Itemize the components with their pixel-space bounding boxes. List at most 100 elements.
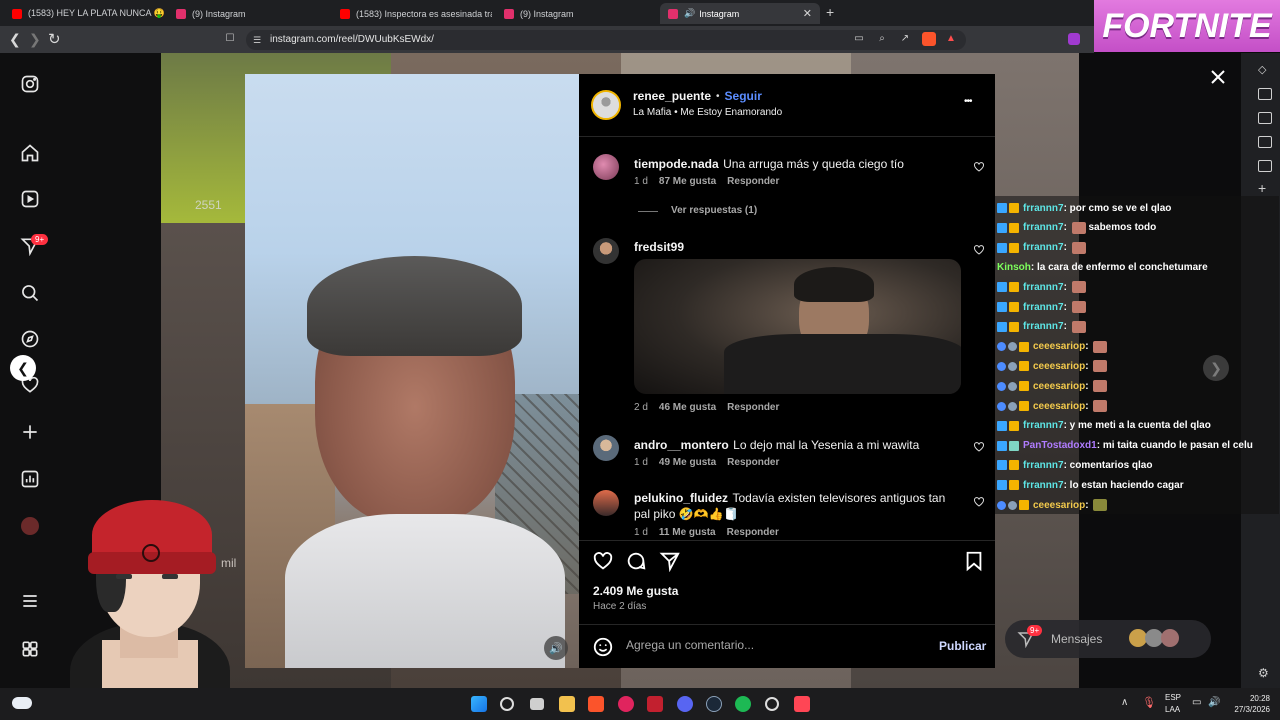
reels-icon[interactable] [19, 188, 41, 210]
clock-date[interactable]: 27/3/2026 [1224, 705, 1270, 714]
share-send-icon[interactable] [659, 550, 681, 572]
comment-username[interactable]: tiempode.nada [634, 157, 719, 171]
comment-image[interactable] [634, 259, 961, 394]
comment-likes[interactable]: 49 Me gusta [659, 457, 716, 468]
follow-button[interactable]: Seguir [725, 89, 762, 103]
site-info-icon[interactable]: ☰ [253, 30, 261, 50]
save-bookmark-icon[interactable] [963, 550, 985, 572]
wallet-icon[interactable] [1258, 112, 1272, 124]
valorant-icon[interactable] [794, 696, 810, 712]
obs-icon[interactable] [765, 697, 779, 711]
forward-icon[interactable]: ❯ [29, 31, 41, 48]
chat-username[interactable]: frrannn7 [1023, 282, 1064, 293]
like-comment-icon[interactable] [973, 441, 985, 453]
chat-username[interactable]: ceeesariop [1033, 401, 1085, 412]
tab-instagram-1[interactable]: (9) Instagram [168, 3, 328, 24]
chat-username[interactable]: PanTostadoxd1 [1023, 440, 1097, 451]
clock-time[interactable]: 20:28 [1230, 694, 1270, 703]
comment-likes[interactable]: 46 Me gusta [659, 402, 716, 413]
tab-youtube-2[interactable]: (1583) Inspectora es asesinada tras a [332, 3, 492, 24]
bookmarks-panel-icon[interactable] [1258, 136, 1272, 148]
view-replies-button[interactable]: Ver respuestas (1) [671, 205, 757, 216]
like-comment-icon[interactable] [973, 244, 985, 256]
close-tab-icon[interactable]: ✕ [803, 7, 812, 20]
more-menu-icon[interactable] [19, 590, 41, 612]
app-icon[interactable] [647, 696, 663, 712]
reply-button[interactable]: Responder [727, 527, 779, 538]
instagram-logo-icon[interactable] [19, 73, 41, 95]
taskbar-search-icon[interactable] [500, 697, 514, 711]
language-bottom[interactable]: LAA [1165, 705, 1180, 714]
like-comment-icon[interactable] [973, 496, 985, 508]
like-comment-icon[interactable] [973, 161, 985, 173]
likes-count[interactable]: 2.409 Me gusta [593, 584, 678, 598]
profile-avatar-icon[interactable] [19, 515, 41, 537]
comment-avatar[interactable] [593, 238, 619, 264]
comment-avatar[interactable] [593, 154, 619, 180]
audio-track[interactable]: La Mafia • Me Estoy Enamorando [633, 107, 782, 118]
cast-icon[interactable]: ▭ [853, 33, 865, 45]
sound-toggle-icon[interactable]: 🔊 [544, 636, 568, 660]
discord-icon[interactable] [677, 696, 693, 712]
bookmark-icon[interactable]: ☐ [224, 33, 236, 45]
explore-icon[interactable] [19, 328, 41, 350]
reply-button[interactable]: Responder [727, 402, 779, 413]
chat-username[interactable]: frrannn7 [1023, 480, 1064, 491]
chat-username[interactable]: frrannn7 [1023, 420, 1064, 431]
more-options-icon[interactable]: ••• [964, 96, 972, 107]
sidebar-settings-icon[interactable]: ⚙ [1258, 666, 1272, 680]
reply-button[interactable]: Responder [727, 176, 779, 187]
comment-username[interactable]: fredsit99 [634, 240, 684, 254]
chat-username[interactable]: frrannn7 [1023, 460, 1064, 471]
weather-icon[interactable] [12, 697, 32, 709]
leo-ai-icon[interactable]: ◇ [1258, 63, 1272, 76]
chat-username[interactable]: ceeesariop [1033, 381, 1085, 392]
author-avatar[interactable] [591, 90, 621, 120]
chat-username[interactable]: Kinsoh [997, 262, 1031, 273]
volume-icon[interactable]: 🔊 [1208, 697, 1220, 708]
reload-icon[interactable]: ↻ [48, 30, 61, 48]
tab-youtube-1[interactable]: (1583) HEY LA PLATA NUNCA 🤑 #he [4, 3, 164, 24]
meta-apps-icon[interactable] [19, 638, 41, 660]
dashboard-icon[interactable] [19, 468, 41, 490]
spotify-icon[interactable] [735, 696, 751, 712]
comment-username[interactable]: pelukino_fluidez [634, 491, 728, 505]
publish-button[interactable]: Publicar [939, 639, 986, 653]
comment-username[interactable]: andro__montero [634, 438, 729, 452]
create-plus-icon[interactable] [19, 421, 41, 443]
chat-username[interactable]: frrannn7 [1023, 321, 1064, 332]
network-icon[interactable]: ▭ [1192, 697, 1201, 708]
tray-overflow-icon[interactable]: ∧ [1121, 697, 1128, 708]
reading-list-icon[interactable] [1258, 160, 1272, 172]
reel-video[interactable]: 🔊 [245, 74, 579, 668]
emoji-icon[interactable] [592, 636, 614, 658]
brave-shield-icon[interactable] [922, 32, 936, 46]
comment-avatar[interactable] [593, 435, 619, 461]
share-icon[interactable]: ↗ [899, 33, 911, 45]
chat-username[interactable]: frrannn7 [1023, 302, 1064, 313]
comment-bubble-icon[interactable] [625, 550, 647, 572]
rewards-icon[interactable]: ▲ [945, 33, 957, 45]
home-icon[interactable] [19, 142, 41, 164]
chat-username[interactable]: frrannn7 [1023, 222, 1064, 233]
zoom-icon[interactable]: ⌕ [876, 33, 888, 45]
media-player-icon[interactable] [618, 696, 634, 712]
brave-browser-icon[interactable] [588, 696, 604, 712]
like-heart-icon[interactable] [592, 550, 614, 572]
close-icon[interactable] [1208, 67, 1228, 87]
add-sidebar-icon[interactable]: + [1258, 181, 1272, 195]
steam-icon[interactable] [706, 696, 722, 712]
previous-post-button[interactable]: ❮ [10, 355, 36, 381]
author-username[interactable]: renee_puente [633, 89, 711, 103]
file-explorer-icon[interactable] [559, 696, 575, 712]
task-view-icon[interactable] [530, 698, 544, 710]
sidebar-tabs-icon[interactable] [1258, 88, 1272, 100]
comment-input[interactable]: Agrega un comentario... [626, 638, 926, 652]
chat-username[interactable]: ceeesariop [1033, 500, 1085, 511]
microphone-icon[interactable]: 🎙 [1142, 696, 1156, 709]
comment-likes[interactable]: 87 Me gusta [659, 176, 716, 187]
language-top[interactable]: ESP [1165, 693, 1181, 702]
reply-button[interactable]: Responder [727, 457, 779, 468]
start-icon[interactable] [471, 696, 487, 712]
comment-avatar[interactable] [593, 490, 619, 516]
